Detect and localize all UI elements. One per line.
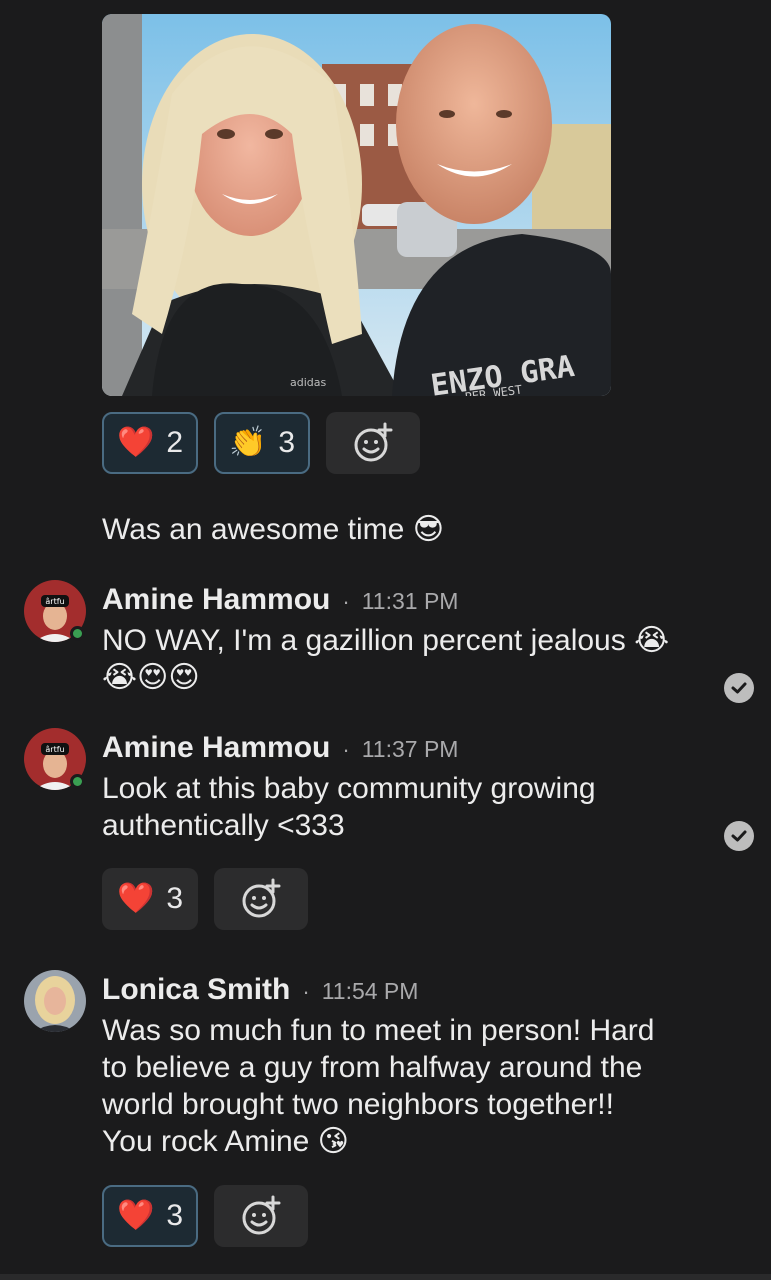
message-header: Amine Hammou · 11:37 PM: [102, 731, 459, 765]
timestamp: 11:54 PM: [321, 978, 419, 1004]
post-reactions: ❤️ 2 👏 3: [102, 412, 420, 474]
add-emoji-icon: [242, 1195, 281, 1235]
reaction-count: 3: [166, 882, 184, 915]
brand-logo: adidas: [290, 376, 327, 389]
read-check-icon: [724, 673, 754, 703]
clap-reaction-button[interactable]: 👏 3: [214, 412, 310, 474]
add-reaction-button[interactable]: [214, 868, 308, 930]
heart-reaction-button[interactable]: ❤️ 3: [102, 868, 198, 930]
reaction-count: 3: [166, 1199, 184, 1232]
add-emoji-icon: [242, 878, 281, 918]
heart-icon: ❤️: [116, 881, 155, 916]
message-header: Amine Hammou · 11:31 PM: [102, 583, 459, 617]
message-text: Was so much fun to meet in person! Hard …: [102, 1014, 655, 1158]
message-text: NO WAY, I'm a gazillion percent jealous …: [102, 624, 670, 694]
heart-icon: ❤️: [116, 1198, 155, 1233]
message-reactions: ❤️ 3: [102, 1185, 308, 1247]
heart-icon: ❤️: [116, 425, 155, 460]
post-caption: Was an awesome time 😎: [102, 512, 444, 547]
clap-icon: 👏: [228, 425, 267, 460]
svg-text:ârtfu: ârtfu: [45, 745, 64, 754]
post-photo[interactable]: ENZO GRA PER WEST adidas: [102, 14, 611, 396]
add-reaction-button[interactable]: [326, 412, 420, 474]
selfie-image: ENZO GRA PER WEST adidas: [102, 14, 611, 396]
online-indicator: [70, 626, 85, 641]
author-name[interactable]: Amine Hammou: [102, 583, 330, 617]
heart-reaction-button[interactable]: ❤️ 3: [102, 1185, 198, 1247]
author-name[interactable]: Amine Hammou: [102, 731, 330, 765]
timestamp: 11:37 PM: [361, 736, 459, 762]
message-reactions: ❤️ 3: [102, 868, 308, 930]
add-reaction-button[interactable]: [214, 1185, 308, 1247]
timestamp: 11:31 PM: [361, 588, 459, 614]
svg-text:ârtfu: ârtfu: [45, 597, 64, 606]
read-check-icon: [724, 821, 754, 851]
avatar[interactable]: [24, 970, 86, 1032]
reaction-count: 2: [166, 426, 184, 459]
sunglasses-emoji: 😎: [412, 512, 444, 547]
add-emoji-icon: [354, 422, 393, 462]
message-header: Lonica Smith · 11:54 PM: [102, 973, 419, 1007]
divider: [0, 1274, 771, 1280]
online-indicator: [70, 774, 85, 789]
author-name[interactable]: Lonica Smith: [102, 973, 290, 1007]
reaction-count: 3: [278, 426, 296, 459]
message-text: Look at this baby community growing auth…: [102, 772, 596, 842]
heart-reaction-button[interactable]: ❤️ 2: [102, 412, 198, 474]
